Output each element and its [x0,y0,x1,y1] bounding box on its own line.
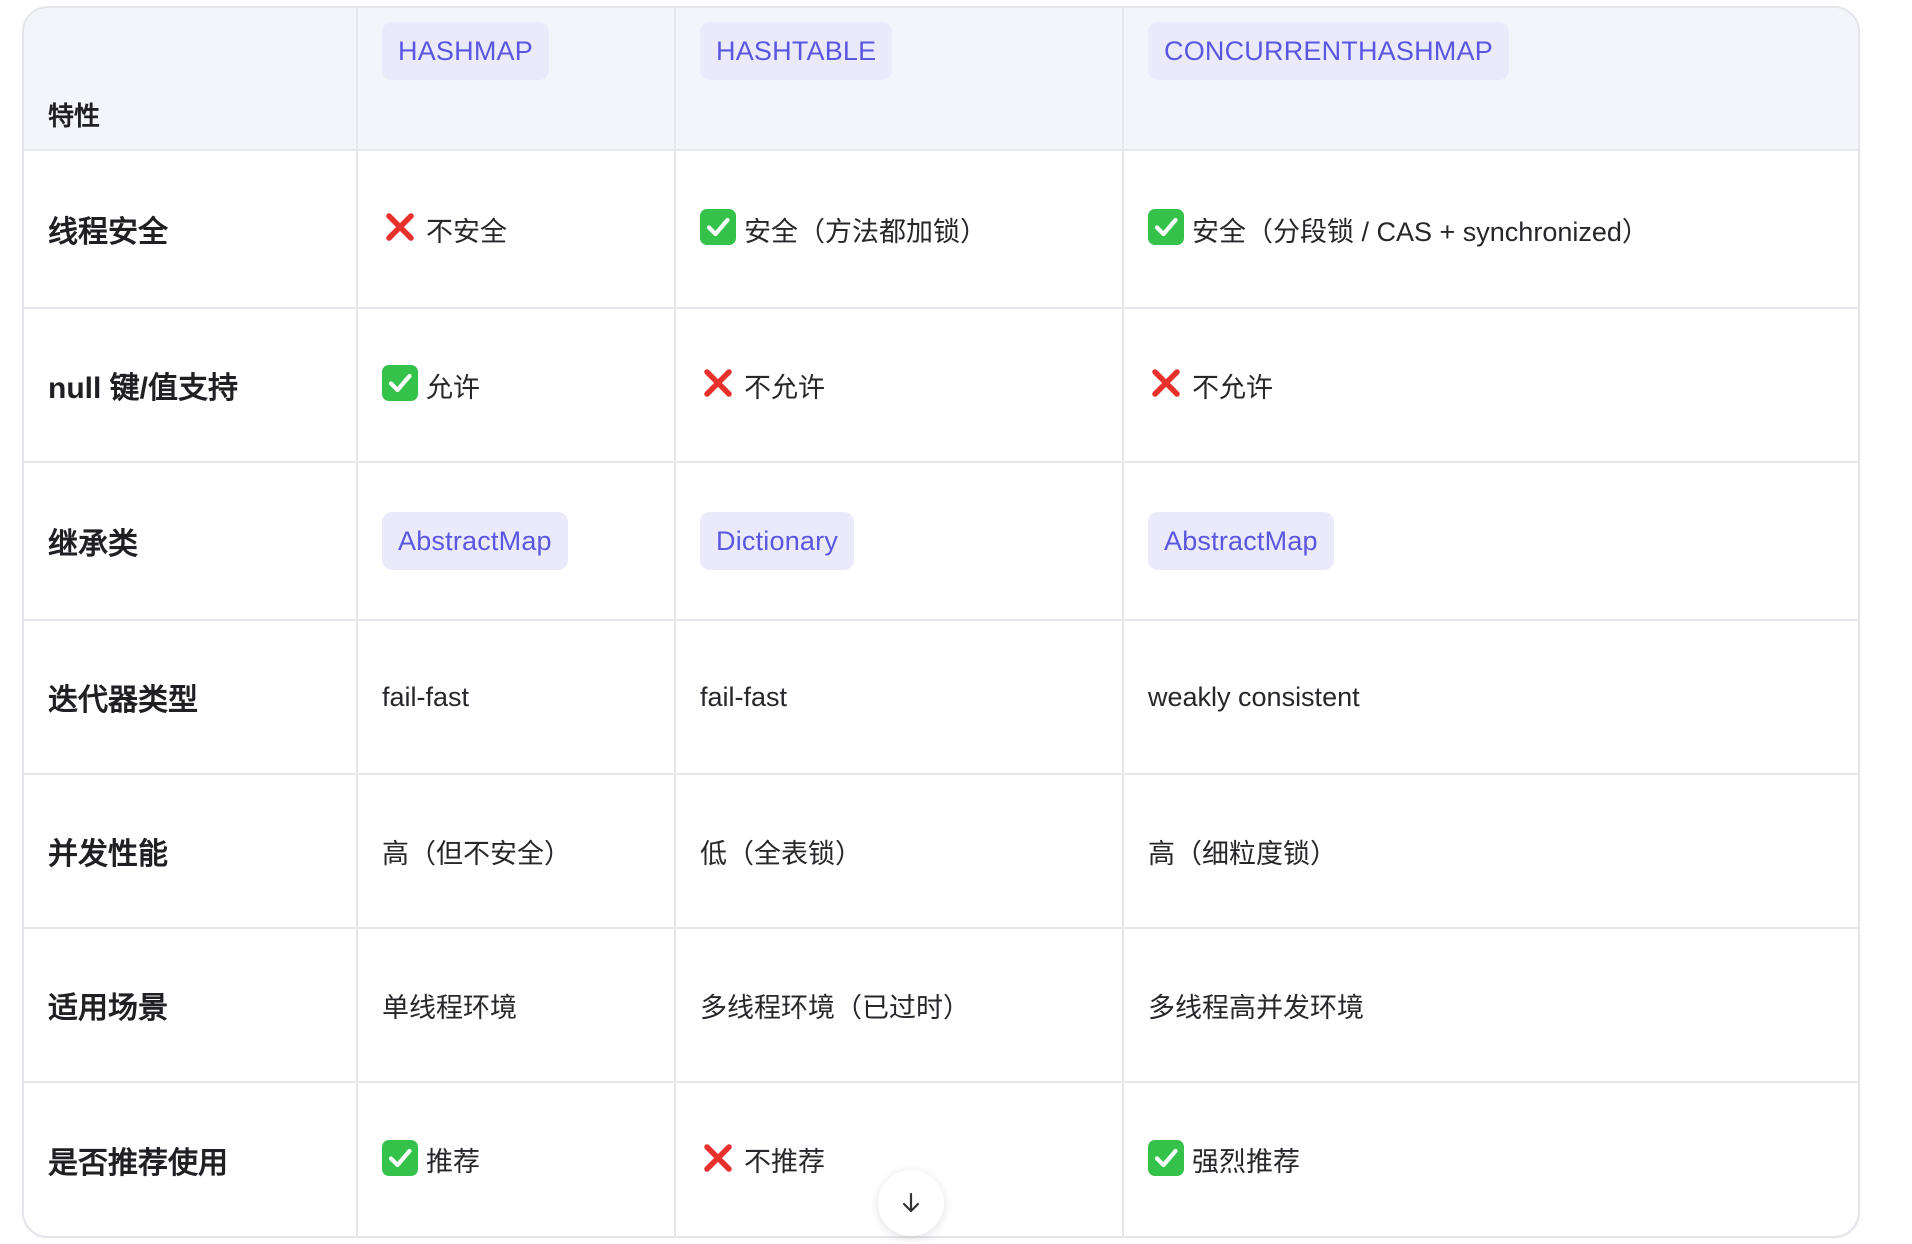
table-cell-hashmap: AbstractMap [357,462,676,621]
table-cell-concurrenthashmap: 高（细粒度锁） [1123,774,1858,929]
row-label: 是否推荐使用 [48,1146,228,1180]
check-mark-icon [1148,209,1184,245]
table-cell-hashtable: 低（全表锁） [675,774,1124,929]
table-cell-concurrenthashmap: 强烈推荐 [1123,1082,1858,1236]
cell-value: 低（全表锁） [700,838,862,869]
row-label: 线程安全 [48,216,168,249]
column-header-hashtable: HASHTABLE [675,8,1124,151]
table-cell-hashmap: 推荐 [357,1082,676,1236]
row-label: 并发性能 [48,838,168,871]
row-label: 适用场景 [48,992,168,1025]
table-row: 继承类 AbstractMap Dictionary AbstractMap [24,462,1858,621]
row-header-cell: 适用场景 [24,928,358,1083]
table-row: 线程安全 不安全 安全（方法都加锁） 安全（分段锁 / CAS + synchroni… [24,150,1858,309]
table-row: 并发性能 高（但不安全） 低（全表锁） 高（细粒度锁） [24,774,1858,929]
row-header-cell: 继承类 [24,462,358,621]
table-row: 迭代器类型 fail-fast fail-fast weakly consistent [24,620,1858,775]
cell-value: weakly consistent [1148,681,1360,712]
row-label: 继承类 [48,528,138,561]
cell-value: 不允许 [1192,372,1273,403]
row-header-cell: 并发性能 [24,774,358,929]
table-cell-hashtable: 多线程环境（已过时） [675,928,1124,1083]
column-pill-concurrenthashmap: CONCURRENTHASHMAP [1148,21,1509,80]
comparison-table: 特性 HASHMAP HASHTABLE CONCURRENTHASHMAP 线… [24,8,1858,1236]
cell-value: 安全（方法都加锁） [744,216,987,247]
cell-value: 推荐 [426,1147,480,1177]
table-cell-hashtable: Dictionary [675,462,1124,621]
cell-value: 单线程环境 [382,992,517,1023]
table-cell-concurrenthashmap: 多线程高并发环境 [1123,928,1858,1083]
table-cell-hashmap: 允许 [357,308,676,463]
table-cell-hashmap: 不安全 [357,150,676,309]
table-cell-hashmap: 高（但不安全） [357,774,676,929]
table-cell-hashmap: fail-fast [357,620,676,775]
cell-value: fail-fast [700,681,788,712]
table-cell-hashtable: 安全（方法都加锁） [675,150,1124,309]
check-mark-icon [382,1139,418,1176]
cell-value: 不推荐 [744,1147,825,1177]
check-mark-icon [1148,1139,1184,1176]
feature-header-label: 特性 [48,101,101,131]
cross-mark-icon [700,1140,736,1176]
cell-value: 强烈推荐 [1192,1147,1300,1177]
row-header-cell: 是否推荐使用 [24,1082,358,1236]
table-cell-concurrenthashmap: weakly consistent [1123,620,1858,775]
table-cell-hashtable: 不允许 [675,308,1124,463]
column-header-hashmap: HASHMAP [357,8,676,151]
table-cell-concurrenthashmap: 不允许 [1123,308,1858,463]
cell-value: 不安全 [426,216,507,247]
cross-mark-icon [382,209,418,245]
cell-value: 高（但不安全） [382,838,571,869]
column-pill-hashmap: HASHMAP [382,21,549,80]
table-cell-hashtable: fail-fast [675,620,1124,775]
comparison-table-container: 特性 HASHMAP HASHTABLE CONCURRENTHASHMAP 线… [22,6,1860,1238]
class-name-pill: Dictionary [700,512,855,570]
cell-value: 不允许 [744,372,825,403]
table-row: 适用场景 单线程环境 多线程环境（已过时） 多线程高并发环境 [24,928,1858,1083]
table-cell-concurrenthashmap: AbstractMap [1123,462,1858,621]
column-pill-hashtable: HASHTABLE [700,21,893,80]
cross-mark-icon [700,365,736,401]
cell-value: 高（细粒度锁） [1148,838,1337,869]
row-label: 迭代器类型 [48,684,198,717]
table-row: null 键/值支持 允许 不允许 不允许 [24,308,1858,463]
check-mark-icon [382,365,418,401]
cross-mark-icon [1148,365,1184,401]
cell-value: 多线程高并发环境 [1148,992,1364,1023]
row-label: null 键/值支持 [48,372,238,405]
arrow-down-icon [902,1192,920,1213]
cell-value: 多线程环境（已过时） [700,992,970,1023]
scroll-down-button[interactable] [878,1170,944,1236]
class-name-pill: AbstractMap [1148,512,1334,570]
cell-value: 允许 [426,372,480,403]
row-header-cell: 线程安全 [24,150,358,309]
row-header-cell: null 键/值支持 [24,308,358,463]
table-body: 线程安全 不安全 安全（方法都加锁） 安全（分段锁 / CAS + synchroni… [24,150,1858,1236]
table-header-row: 特性 HASHMAP HASHTABLE CONCURRENTHASHMAP [24,8,1858,151]
table-cell-hashmap: 单线程环境 [357,928,676,1083]
column-header-concurrenthashmap: CONCURRENTHASHMAP [1123,8,1858,151]
class-name-pill: AbstractMap [382,512,568,570]
cell-value: 安全（分段锁 / CAS + synchronized） [1192,216,1649,247]
feature-column-header: 特性 [24,8,358,151]
cell-value: fail-fast [382,681,470,712]
check-mark-icon [700,209,736,245]
row-header-cell: 迭代器类型 [24,620,358,775]
table-cell-concurrenthashmap: 安全（分段锁 / CAS + synchronized） [1123,150,1858,309]
